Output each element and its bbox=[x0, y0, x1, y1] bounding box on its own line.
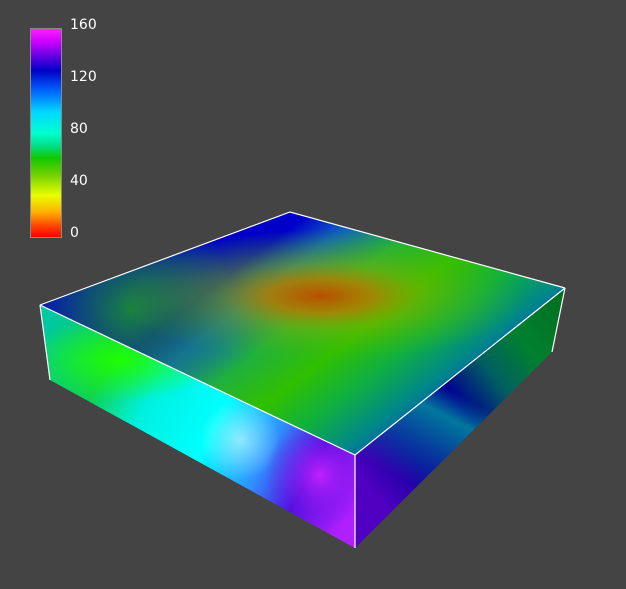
box-volume-render[interactable] bbox=[0, 0, 626, 589]
3d-viewport[interactable]: 160 120 80 40 0 bbox=[0, 0, 626, 589]
